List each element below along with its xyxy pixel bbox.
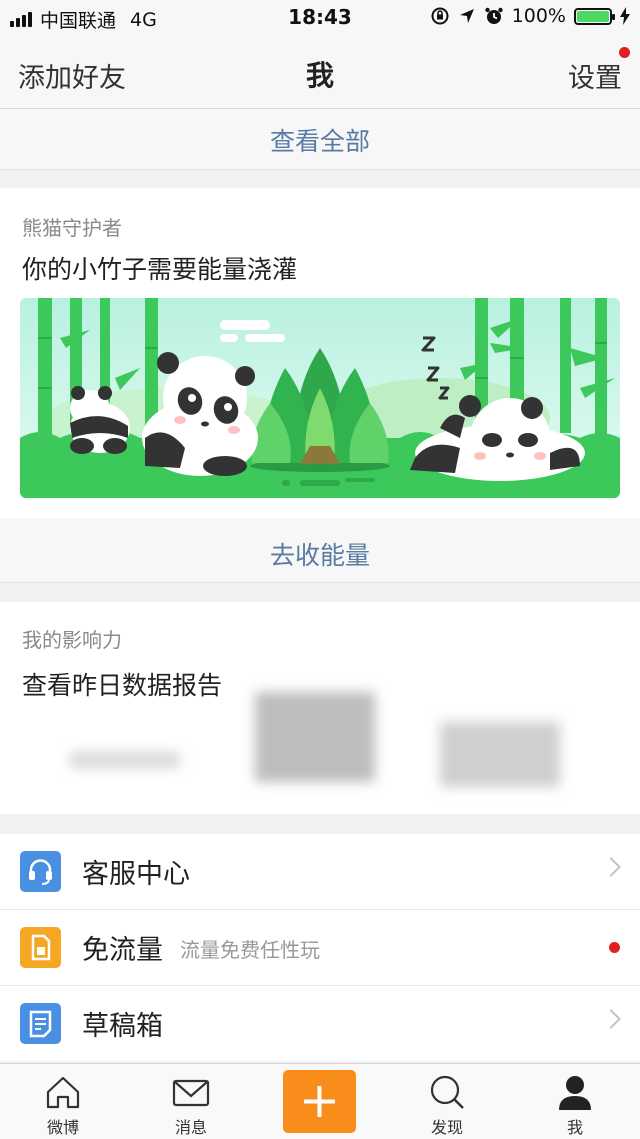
tab-label: 我	[566, 1118, 583, 1137]
settings-notification-dot	[619, 47, 630, 58]
person-icon	[559, 1076, 591, 1110]
alarm-icon	[484, 7, 503, 24]
influence-card[interactable]: 我的影响力 查看昨日数据报告	[0, 602, 640, 814]
tab-discover[interactable]: 发现	[397, 1064, 497, 1139]
menu-item-drafts[interactable]: 草稿箱	[0, 986, 640, 1061]
menu-subtitle: 流量免费任性玩	[180, 938, 320, 962]
tab-bar: 微博 消息 发现 我	[0, 1063, 640, 1139]
panda-illustration	[20, 298, 620, 498]
nav-bar: 添加好友 我 设置	[0, 36, 640, 109]
location-icon	[459, 9, 474, 23]
blurred-stat	[440, 722, 560, 787]
chevron-right-icon	[601, 1009, 621, 1029]
plus-icon	[304, 1086, 335, 1117]
menu-item-free-data[interactable]: 免流量 流量免费任性玩	[0, 910, 640, 986]
tab-label: 发现	[430, 1118, 463, 1137]
tab-messages[interactable]: 消息	[141, 1064, 241, 1139]
tab-label: 微博	[46, 1118, 79, 1137]
chevron-right-icon	[601, 857, 621, 877]
tab-me[interactable]: 我	[525, 1064, 625, 1139]
blurred-stat	[70, 752, 180, 768]
add-friend-button[interactable]: 添加好友	[18, 56, 126, 95]
settings-button[interactable]: 设置	[568, 56, 622, 95]
home-icon	[46, 1076, 80, 1109]
notification-dot	[609, 942, 620, 953]
rotation-lock-icon	[431, 7, 449, 25]
compose-button[interactable]	[283, 1070, 356, 1133]
battery-icon	[574, 7, 615, 25]
mail-icon	[172, 1079, 210, 1107]
settings-menu: 客服中心 免流量 流量免费任性玩 草稿箱	[0, 834, 640, 1061]
view-all-link[interactable]: 查看全部	[0, 122, 640, 158]
headset-icon	[20, 851, 61, 892]
search-icon	[430, 1075, 464, 1109]
panda-card-title[interactable]: 你的小竹子需要能量浇灌	[22, 250, 297, 286]
menu-label: 客服中心	[82, 859, 190, 890]
view-all-row: 查看全部	[0, 109, 640, 170]
collect-energy-link[interactable]: 去收能量	[0, 536, 640, 572]
collect-energy-row: 去收能量	[0, 518, 640, 583]
status-bar: 中国联通 4G 18:43 100%	[0, 0, 640, 36]
menu-label: 草稿箱	[82, 1011, 163, 1042]
charging-icon	[620, 7, 630, 25]
panda-bamboo-banner[interactable]	[20, 298, 620, 498]
influence-card-title: 查看昨日数据报告	[22, 671, 223, 700]
tab-label: 消息	[174, 1118, 207, 1137]
menu-label: 免流量	[82, 935, 163, 966]
panda-card-label: 熊猫守护者	[22, 216, 122, 240]
status-right: 100%	[430, 5, 630, 27]
draft-icon	[20, 1003, 61, 1044]
blurred-stat	[255, 692, 375, 782]
influence-card-label: 我的影响力	[22, 628, 122, 652]
tab-weibo[interactable]: 微博	[13, 1064, 113, 1139]
sim-card-icon	[20, 927, 61, 968]
battery-fill	[577, 10, 609, 22]
battery-percent: 100%	[511, 5, 566, 27]
menu-item-customer-service[interactable]: 客服中心	[0, 834, 640, 910]
